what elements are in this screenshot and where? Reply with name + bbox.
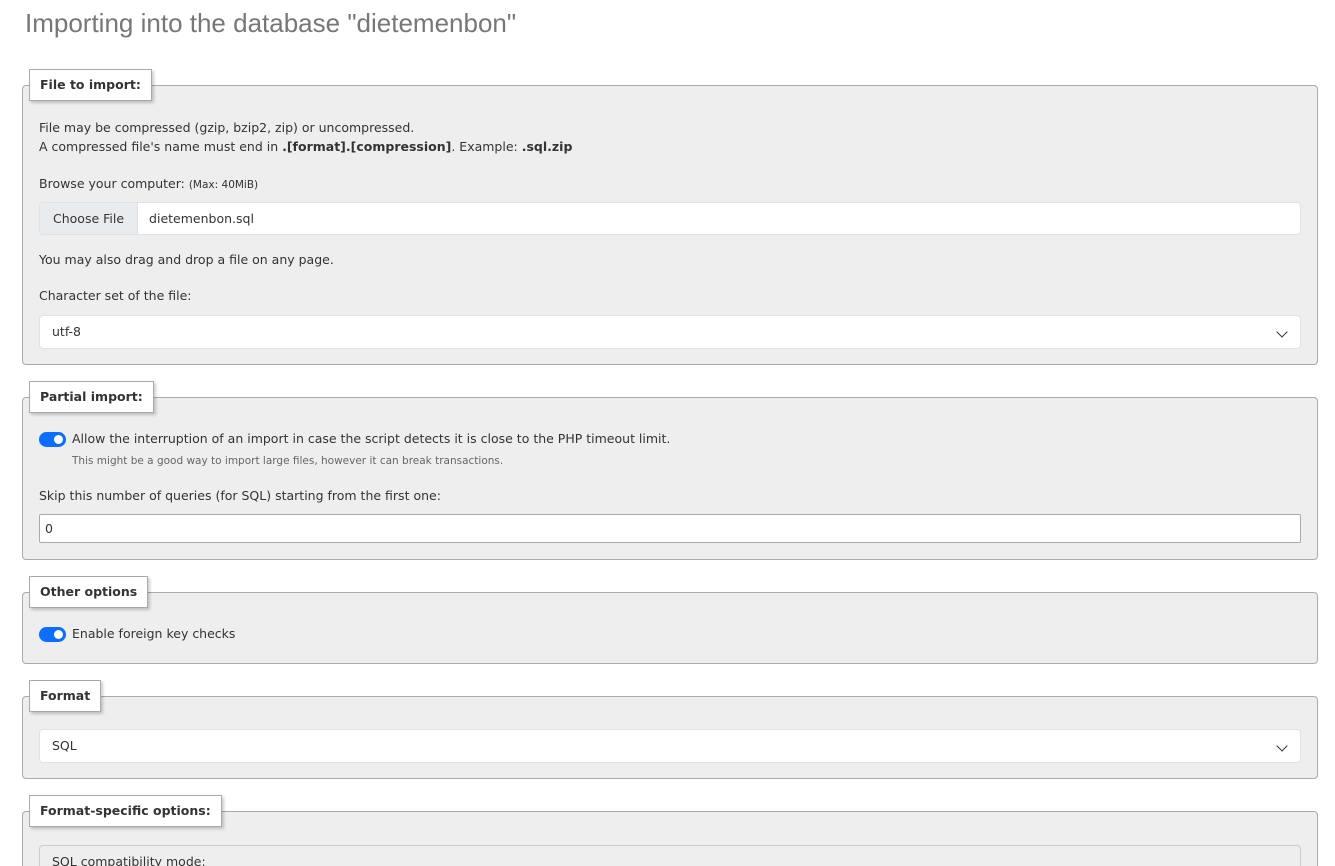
format-selected-value: SQL xyxy=(52,738,77,753)
partial-import-fieldset: Partial import: Allow the interruption o… xyxy=(22,381,1318,560)
allow-interrupt-label[interactable]: Allow the interruption of an import in c… xyxy=(72,431,670,446)
choose-file-button[interactable]: Choose File xyxy=(40,203,139,234)
file-import-fieldset: File to import: File may be compressed (… xyxy=(22,69,1318,365)
charset-label: Character set of the file: xyxy=(39,288,192,303)
allow-interrupt-toggle[interactable] xyxy=(39,432,66,447)
format-fieldset: Format SQL xyxy=(22,680,1318,779)
charset-select[interactable]: utf-8 xyxy=(39,315,1301,349)
page-title: Importing into the database "dietemenbon… xyxy=(25,8,517,38)
sql-compat-box: SQL compatibility mode: xyxy=(39,845,1301,866)
browse-label: Browse your computer: (Max: 40MiB) xyxy=(39,176,258,191)
other-options-fieldset: Other options Enable foreign key checks xyxy=(22,576,1318,664)
max-size-note: (Max: 40MiB) xyxy=(188,179,259,191)
compression-note-line2: A compressed file's name must end in .[f… xyxy=(39,139,572,154)
import-page: Importing into the database "dietemenbon… xyxy=(0,0,1335,866)
chevron-down-icon xyxy=(1276,326,1288,338)
skip-queries-label: Skip this number of queries (for SQL) st… xyxy=(39,488,441,503)
foreign-key-toggle[interactable] xyxy=(39,627,66,642)
compression-format-pattern: .[format].[compression] xyxy=(282,139,452,154)
sql-compat-label: SQL compatibility mode: xyxy=(52,854,206,866)
compression-note-mid: . Example: xyxy=(451,139,522,154)
format-specific-fieldset: Format-specific options: SQL compatibili… xyxy=(22,795,1318,866)
browse-label-text: Browse your computer: xyxy=(39,176,189,191)
toggle-knob xyxy=(54,435,63,444)
format-legend: Format xyxy=(29,680,102,712)
compression-example: .sql.zip xyxy=(521,139,573,154)
partial-import-legend: Partial import: xyxy=(29,381,154,413)
allow-interrupt-hint: This might be a good way to import large… xyxy=(72,455,504,467)
compression-note-prefix: A compressed file's name must end in xyxy=(39,139,283,154)
selected-file-name: dietemenbon.sql xyxy=(149,211,254,226)
skip-queries-input[interactable]: 0 xyxy=(39,514,1301,543)
other-options-legend: Other options xyxy=(29,576,149,608)
file-import-legend: File to import: xyxy=(29,69,152,101)
foreign-key-label[interactable]: Enable foreign key checks xyxy=(72,626,235,641)
chevron-down-icon xyxy=(1276,740,1288,752)
toggle-knob xyxy=(54,630,63,639)
charset-selected-value: utf-8 xyxy=(52,324,82,339)
file-input[interactable]: Choose File dietemenbon.sql xyxy=(39,202,1301,235)
format-select[interactable]: SQL xyxy=(39,729,1301,763)
compression-note-line1: File may be compressed (gzip, bzip2, zip… xyxy=(39,120,415,135)
format-specific-legend: Format-specific options: xyxy=(29,795,222,827)
drag-drop-note: You may also drag and drop a file on any… xyxy=(39,252,334,267)
